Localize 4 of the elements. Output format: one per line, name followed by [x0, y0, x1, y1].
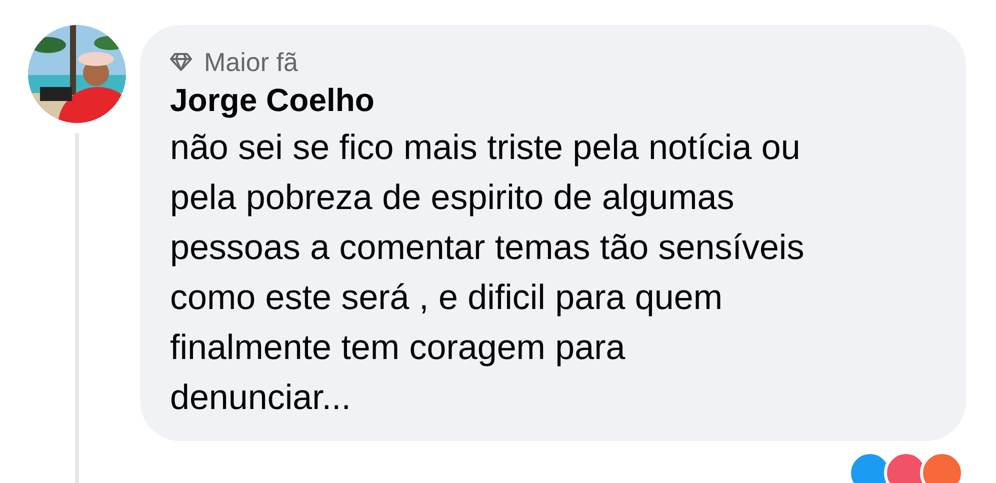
- author-name[interactable]: Jorge Coelho: [170, 79, 374, 121]
- diamond-icon: [170, 52, 192, 72]
- fan-label: Maior fã: [204, 46, 298, 79]
- comment-text: não sei se fico mais triste pela notícia ou pela pobreza de espirito de algumas pessoas a comentar temas tão sensíveis como este será , e dificil para quem finalmente tem coragem para denunciar...: [170, 127, 806, 419]
